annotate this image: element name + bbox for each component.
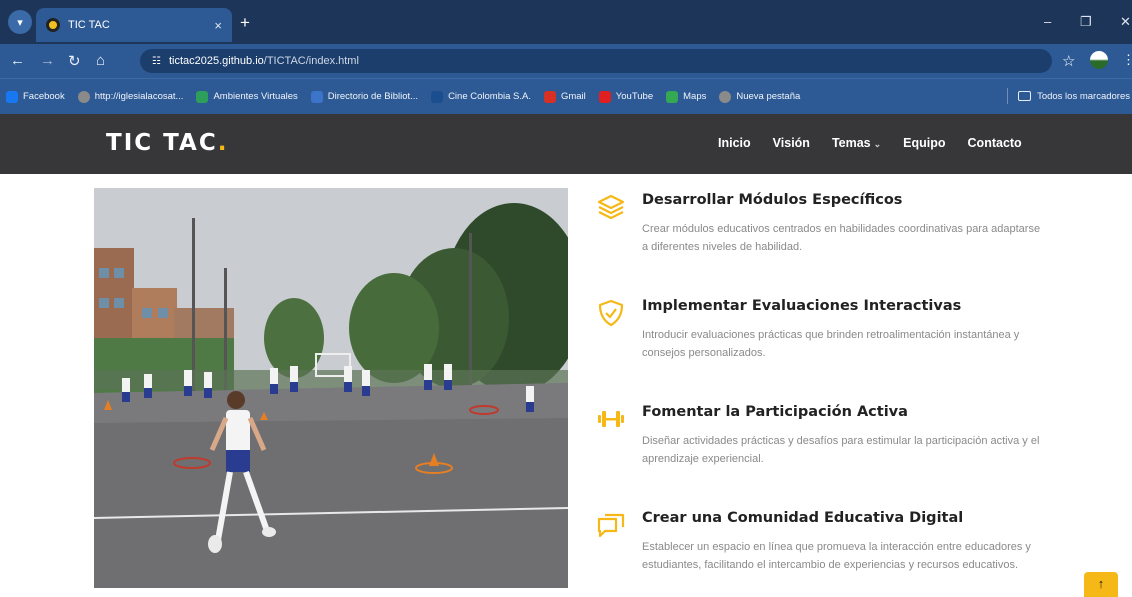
cinema-icon (431, 90, 444, 103)
back-to-top-button[interactable]: ↑ (1084, 572, 1118, 597)
maps-icon (666, 90, 679, 103)
all-bookmarks-button[interactable]: Todos los marcadores (1007, 78, 1132, 114)
feature-description: Establecer un espacio en línea que promu… (642, 541, 1031, 571)
feature-title: Desarrollar Módulos Específicos (642, 192, 903, 208)
bookmarks-bar: Facebook http://iglesialacosat... Ambiente… (0, 78, 1132, 114)
profile-avatar[interactable] (1090, 51, 1108, 69)
tab-favicon-icon (46, 18, 60, 32)
bookmark-item[interactable]: Facebook (6, 90, 65, 103)
bookmark-item[interactable]: Gmail (543, 90, 586, 103)
bookmark-item[interactable]: http://iglesialacosat... (77, 90, 184, 103)
bookmark-item[interactable]: Ambientes Virtuales (196, 90, 298, 103)
nav-item-equipo[interactable]: Equipo (903, 136, 945, 150)
bookmark-label: Cine Colombia S.A. (448, 91, 531, 102)
nav-item-vision[interactable]: Visión (773, 136, 810, 150)
bookmark-label: http://iglesialacosat... (94, 91, 184, 102)
url-host: tictac2025.github.io (168, 55, 264, 67)
new-tab-button[interactable]: + (240, 13, 250, 33)
back-arrow-icon[interactable]: ← (10, 52, 25, 69)
tab-close-icon[interactable]: × (214, 18, 222, 33)
bookmark-label: Gmail (560, 91, 586, 102)
youtube-icon (598, 90, 611, 103)
feature-title: Fomentar la Participación Activa (642, 404, 908, 420)
reload-icon[interactable]: ↻ (68, 52, 81, 70)
bookmark-label: Facebook (23, 91, 65, 102)
site-info-icon[interactable]: ☷ (152, 56, 161, 67)
feature-description: Diseñar actividades prácticas y desafíos… (642, 435, 1040, 465)
address-bar[interactable]: ☷ tictac2025.github.io/TICTAC/index.html (140, 49, 1052, 73)
bookmark-item[interactable]: Maps (666, 90, 707, 103)
bookmark-label: Directorio de Bibliot... (327, 91, 419, 102)
folder-icon (1018, 91, 1032, 101)
browser-menu-icon[interactable]: ⋮ (1122, 52, 1132, 68)
bookmark-label: Nueva pestaña (736, 91, 801, 102)
nav-label: Inicio (718, 136, 751, 150)
globe-icon (77, 90, 90, 103)
feature-description: Crear módulos educativos centrados en ha… (642, 223, 1041, 253)
nav-label: Equipo (903, 136, 946, 150)
globe-icon (719, 90, 732, 103)
nav-item-inicio[interactable]: Inicio (718, 136, 751, 150)
restore-icon[interactable]: ❐ (1080, 14, 1092, 30)
home-icon[interactable]: ⌂ (96, 52, 105, 69)
tab-title: TIC TAC (68, 19, 110, 31)
feature-title: Crear una Comunidad Educativa Digital (642, 510, 964, 526)
bookmark-label: Maps (683, 91, 707, 102)
browser-tab[interactable]: TIC TAC × (36, 8, 232, 42)
students-playground-photo (94, 188, 568, 588)
forward-arrow-icon[interactable]: → (40, 52, 55, 69)
nav-item-temas[interactable]: Temas ⌄ (832, 136, 881, 150)
logo-text: TIC TAC (106, 130, 218, 156)
facebook-icon (6, 90, 18, 103)
bookmark-star-icon[interactable]: ☆ (1062, 52, 1075, 70)
shield-check-icon (596, 298, 626, 328)
layers-icon (596, 192, 626, 222)
chat-icon (596, 510, 626, 540)
url-path: /TICTAC/index.html (263, 55, 359, 67)
bookmark-item[interactable]: YouTube (598, 90, 654, 103)
gmail-icon (543, 90, 556, 103)
nav-label: Contacto (967, 136, 1022, 150)
flag-icon (196, 90, 209, 103)
main-nav: Inicio Visión Temas ⌄ Equipo Contacto (718, 136, 1044, 150)
all-bookmarks-label: Todos los marcadores (1037, 90, 1130, 102)
bookmark-label: Ambientes Virtuales (213, 91, 298, 102)
logo-dot: . (217, 130, 229, 156)
nav-item-contacto[interactable]: Contacto (968, 136, 1022, 150)
minimize-icon[interactable]: – (1044, 14, 1051, 29)
library-icon (310, 90, 323, 103)
bookmark-label: YouTube (615, 91, 654, 102)
nav-label: Visión (772, 136, 810, 150)
dumbbell-icon (596, 404, 626, 434)
bookmarks-separator (1007, 88, 1009, 104)
feature-description: Introducir evaluaciones prácticas que br… (642, 329, 1020, 359)
bookmark-item[interactable]: Nueva pestaña (719, 90, 801, 103)
site-logo[interactable]: TIC TAC. (106, 130, 228, 156)
bookmark-item[interactable]: Cine Colombia S.A. (431, 90, 531, 103)
nav-label: Temas (831, 136, 871, 150)
feature-title: Implementar Evaluaciones Interactivas (642, 298, 962, 314)
window-close-icon[interactable]: ✕ (1120, 14, 1131, 30)
bookmark-item[interactable]: Directorio de Bibliot... (310, 90, 419, 103)
tab-search-button[interactable]: ▾ (8, 10, 32, 34)
chevron-down-icon: ⌄ (873, 139, 882, 149)
